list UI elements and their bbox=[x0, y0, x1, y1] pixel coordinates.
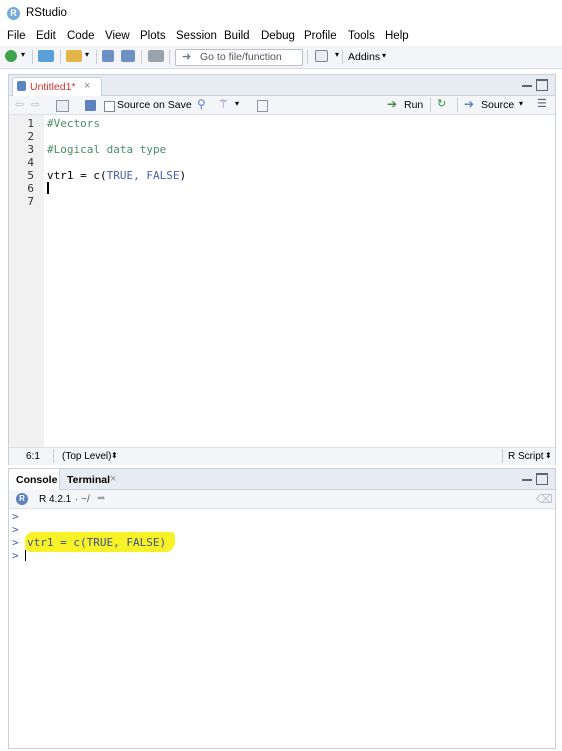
go-to-file-input[interactable]: ➜ Go to file/function bbox=[175, 49, 303, 66]
source-editor-pane: Untitled1* × ⇦ ⇨ Source on Save ⚲ ⚚ ▾ ➔ … bbox=[8, 74, 556, 465]
console-command: vtr1 = c(TRUE, FALSE) bbox=[27, 536, 167, 549]
new-project-icon[interactable] bbox=[38, 50, 54, 62]
menu-debug[interactable]: Debug bbox=[261, 30, 295, 42]
rerun-icon[interactable]: ↻ bbox=[437, 97, 446, 110]
scope-selector[interactable]: (Top Level) bbox=[62, 451, 111, 462]
source-on-save-checkbox[interactable] bbox=[104, 101, 115, 112]
source-dropdown-icon[interactable]: ▾ bbox=[519, 99, 523, 108]
code-line-assignment: vtr1 = c(TRUE, FALSE) bbox=[47, 169, 186, 182]
save-file-icon[interactable] bbox=[85, 100, 96, 111]
line-number: 2 bbox=[27, 130, 34, 143]
run-button[interactable]: Run bbox=[404, 99, 423, 111]
editor-tab-bar: Untitled1* × bbox=[9, 75, 555, 96]
code-tools-dropdown-icon[interactable]: ▾ bbox=[235, 99, 239, 108]
layout-dropdown-icon[interactable]: ▾ bbox=[335, 50, 339, 59]
main-toolbar: ▾ ▾ ➜ Go to file/function ▾ Addins ▾ bbox=[0, 46, 562, 69]
line-number-gutter: 1 2 3 4 5 6 7 bbox=[9, 115, 44, 447]
compile-report-icon[interactable] bbox=[257, 100, 268, 112]
close-terminal-icon[interactable]: × bbox=[110, 473, 116, 485]
run-arrow-icon[interactable]: ➔ bbox=[387, 97, 397, 111]
show-in-window-icon[interactable] bbox=[56, 100, 69, 112]
console-cursor[interactable] bbox=[25, 550, 26, 561]
source-on-save-label: Source on Save bbox=[117, 99, 192, 111]
go-to-file-placeholder: Go to file/function bbox=[200, 51, 282, 63]
menu-edit[interactable]: Edit bbox=[36, 30, 56, 42]
tab-untitled1[interactable]: Untitled1* × bbox=[12, 77, 102, 96]
menu-code[interactable]: Code bbox=[67, 30, 95, 42]
pane-layout-icon[interactable] bbox=[315, 50, 328, 62]
r-logo-icon: R bbox=[16, 493, 28, 505]
menu-view[interactable]: View bbox=[105, 30, 130, 42]
console-pane: Console Terminal × R R 4.2.1 · ~/ ➦ ⌫ > … bbox=[8, 468, 556, 749]
open-dropdown-icon[interactable]: ▾ bbox=[85, 50, 89, 59]
save-all-icon[interactable] bbox=[121, 50, 135, 62]
back-arrow-icon[interactable]: ⇦ bbox=[15, 98, 24, 111]
code-line-comment: #Vectors bbox=[47, 117, 100, 130]
file-type-dropdown-icon[interactable]: ⬍ bbox=[545, 451, 552, 460]
line-number: 3 bbox=[27, 143, 34, 156]
new-file-icon[interactable] bbox=[5, 50, 17, 62]
menu-bar: File Edit Code View Plots Session Build … bbox=[0, 27, 562, 46]
tab-terminal[interactable]: Terminal bbox=[67, 474, 110, 486]
line-number: 5 bbox=[27, 169, 34, 182]
open-file-icon[interactable] bbox=[66, 50, 82, 62]
print-icon[interactable] bbox=[148, 50, 164, 62]
line-number: 1 bbox=[27, 117, 34, 130]
console-tab-bar: Console Terminal × bbox=[9, 469, 555, 490]
editor-toolbar: ⇦ ⇨ Source on Save ⚲ ⚚ ▾ ➔ Run ↻ ➔ Sourc… bbox=[9, 96, 555, 115]
tab-untitled1-label: Untitled1* bbox=[30, 81, 76, 93]
title-bar: R RStudio bbox=[0, 0, 562, 27]
forward-arrow-icon[interactable]: ⇨ bbox=[31, 98, 40, 111]
code-line-comment: #Logical data type bbox=[47, 143, 167, 156]
addins-button[interactable]: Addins bbox=[348, 51, 380, 63]
r-file-icon bbox=[17, 81, 26, 91]
r-version: R 4.2.1 bbox=[39, 494, 72, 505]
code-var: vtr1 = c( bbox=[47, 169, 107, 182]
console-prompt: > bbox=[12, 536, 19, 549]
tab-console-label: Console bbox=[16, 474, 58, 486]
minimize-pane-icon[interactable] bbox=[522, 85, 532, 87]
maximize-pane-icon[interactable] bbox=[536, 79, 548, 91]
console-prompt: > bbox=[12, 510, 19, 523]
console-info-bar: R R 4.2.1 · ~/ ➦ ⌫ bbox=[9, 490, 555, 509]
close-tab-icon[interactable]: × bbox=[84, 80, 90, 92]
scope-dropdown-icon[interactable]: ⬍ bbox=[111, 451, 118, 460]
line-number: 7 bbox=[27, 195, 34, 208]
go-to-directory-icon[interactable]: ➦ bbox=[97, 493, 105, 504]
menu-session[interactable]: Session bbox=[176, 30, 217, 42]
code-editor[interactable]: #Vectors #Logical data type vtr1 = c(TRU… bbox=[44, 115, 555, 447]
maximize-console-icon[interactable] bbox=[536, 473, 548, 485]
cursor-position: 6:1 bbox=[26, 451, 40, 462]
new-file-dropdown-icon[interactable]: ▾ bbox=[21, 50, 25, 59]
addins-dropdown-icon[interactable]: ▾ bbox=[382, 51, 386, 60]
document-outline-icon[interactable]: ☰ bbox=[537, 97, 547, 110]
menu-file[interactable]: File bbox=[7, 30, 26, 42]
menu-tools[interactable]: Tools bbox=[348, 30, 375, 42]
save-icon[interactable] bbox=[102, 50, 114, 62]
arrow-right-icon: ➜ bbox=[182, 51, 192, 63]
working-directory[interactable]: · ~/ bbox=[75, 494, 90, 505]
app-title: RStudio bbox=[26, 7, 67, 19]
menu-profile[interactable]: Profile bbox=[304, 30, 337, 42]
line-number: 6 bbox=[27, 182, 34, 195]
code-args: TRUE, FALSE bbox=[106, 169, 180, 182]
text-cursor bbox=[47, 182, 49, 194]
file-type-selector[interactable]: R Script bbox=[508, 451, 544, 462]
menu-plots[interactable]: Plots bbox=[140, 30, 166, 42]
line-number: 4 bbox=[27, 156, 34, 169]
editor-status-bar: 6:1 (Top Level) ⬍ R Script ⬍ bbox=[9, 447, 555, 465]
source-button[interactable]: Source bbox=[481, 99, 514, 111]
menu-build[interactable]: Build bbox=[224, 30, 250, 42]
menu-help[interactable]: Help bbox=[385, 30, 409, 42]
console-prompt: > bbox=[12, 549, 19, 562]
code-tools-wand-icon[interactable]: ⚚ bbox=[218, 97, 229, 111]
rstudio-logo-icon: R bbox=[7, 7, 20, 20]
search-icon[interactable]: ⚲ bbox=[197, 97, 206, 111]
clear-console-broom-icon[interactable]: ⌫ bbox=[536, 492, 553, 506]
source-arrow-icon[interactable]: ➔ bbox=[464, 97, 474, 111]
minimize-console-icon[interactable] bbox=[522, 479, 532, 481]
tab-console[interactable]: Console bbox=[9, 469, 60, 490]
code-close-paren: ) bbox=[179, 169, 187, 182]
console-prompt: > bbox=[12, 523, 19, 536]
